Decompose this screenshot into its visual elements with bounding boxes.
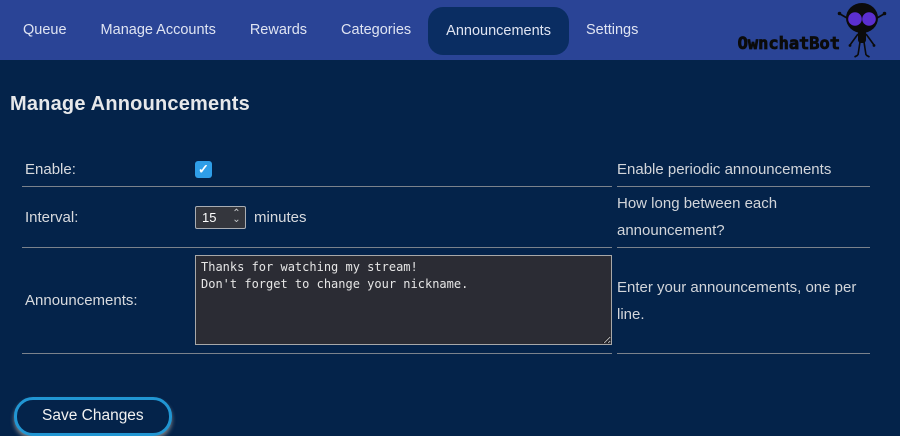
interval-unit-label: minutes	[254, 209, 307, 226]
interval-input-box: ⌃ ⌄	[195, 206, 246, 229]
enable-description: Enable periodic announcements	[617, 153, 870, 187]
brand-logo: OwnchatBot	[738, 0, 888, 60]
announcements-settings-form: Enable: ✓ Enable periodic announcements …	[22, 153, 870, 354]
stepper-down-icon[interactable]: ⌄	[232, 217, 240, 223]
nav-item-settings[interactable]: Settings	[569, 0, 655, 60]
announcements-description-text: Enter your announcements, one per line.	[617, 274, 870, 328]
row-announcements-left: Announcements: Thanks for watching my st…	[22, 248, 612, 354]
enable-description-text: Enable periodic announcements	[617, 156, 831, 183]
nav-item-rewards[interactable]: Rewards	[233, 0, 324, 60]
page-title: Manage Announcements	[10, 93, 900, 116]
row-enable: Enable: ✓ Enable periodic announcements	[22, 153, 870, 187]
enable-checkbox[interactable]: ✓	[195, 161, 212, 178]
interval-description-text: How long between each announcement?	[617, 190, 870, 244]
interval-description: How long between each announcement?	[617, 187, 870, 248]
nav-item-manage-accounts[interactable]: Manage Accounts	[84, 0, 233, 60]
top-navbar: Queue Manage Accounts Rewards Categories…	[0, 0, 900, 60]
row-announcements: Announcements: Thanks for watching my st…	[22, 248, 870, 354]
robot-mascot-icon	[836, 1, 888, 59]
nav-item-announcements[interactable]: Announcements	[428, 7, 569, 55]
row-enable-left: Enable: ✓	[22, 153, 612, 187]
nav-item-queue[interactable]: Queue	[6, 0, 84, 60]
row-interval: Interval: ⌃ ⌄ minutes How long between e…	[22, 187, 870, 248]
row-interval-left: Interval: ⌃ ⌄ minutes	[22, 187, 612, 248]
enable-label: Enable:	[22, 161, 195, 178]
save-changes-button[interactable]: Save Changes	[14, 397, 172, 436]
interval-label: Interval:	[22, 209, 195, 226]
nav-item-categories[interactable]: Categories	[324, 0, 428, 60]
brand-logo-text: OwnchatBot	[738, 34, 840, 54]
checkmark-icon: ✓	[198, 163, 209, 176]
announcements-textarea[interactable]: Thanks for watching my stream! Don't for…	[195, 255, 612, 345]
interval-input[interactable]	[196, 210, 228, 225]
announcements-description: Enter your announcements, one per line.	[617, 248, 870, 354]
announcements-label: Announcements:	[22, 292, 195, 309]
interval-stepper[interactable]: ⌃ ⌄	[228, 211, 245, 223]
